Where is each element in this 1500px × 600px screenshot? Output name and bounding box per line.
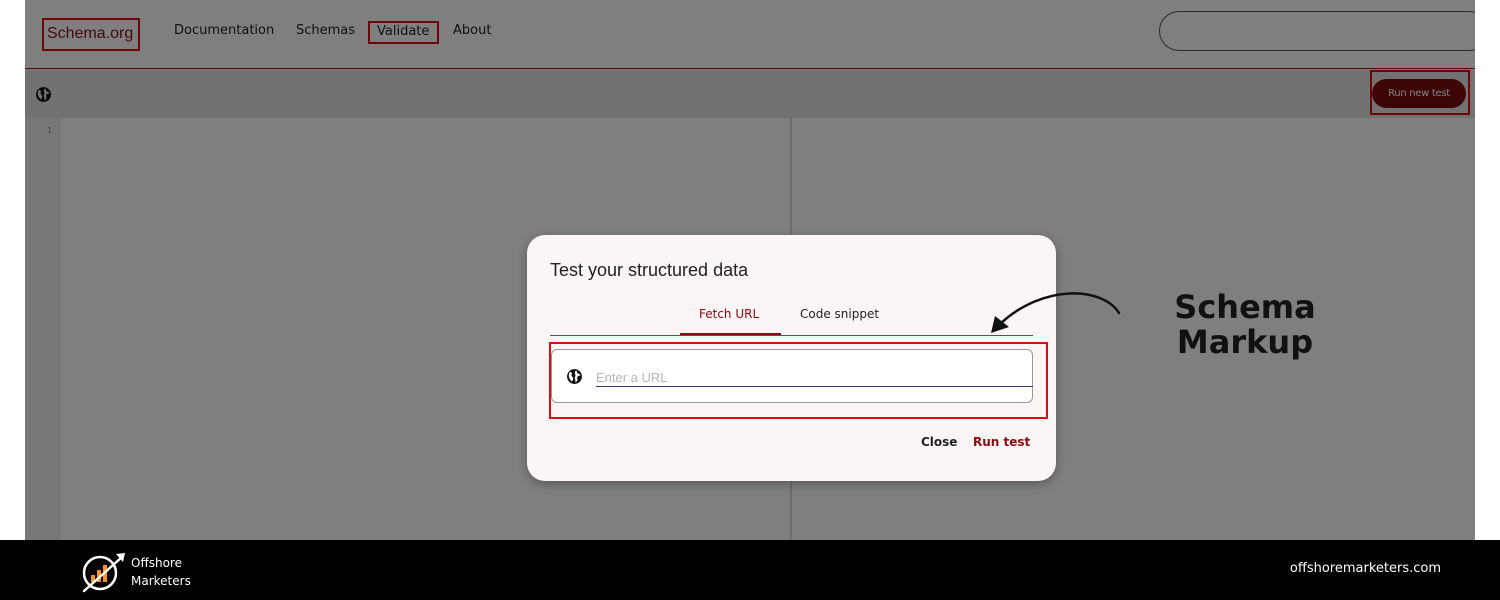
tab-fetch-url[interactable]: Fetch URL xyxy=(699,307,759,321)
footer-bar: Offshore Marketers offshoremarketers.com xyxy=(0,540,1500,600)
footer-website-link[interactable]: offshoremarketers.com xyxy=(1290,561,1441,576)
footer-brand-name: Offshore Marketers xyxy=(131,554,191,590)
test-structured-data-dialog: Test your structured data Fetch URL Code… xyxy=(527,235,1056,481)
curved-arrow-icon xyxy=(991,292,1121,333)
footer-brand-line-1: Offshore xyxy=(131,556,182,570)
run-test-button[interactable]: Run test xyxy=(973,435,1030,449)
url-input[interactable] xyxy=(596,368,1033,387)
annotation-line-1: Schema xyxy=(1174,288,1316,326)
close-button[interactable]: Close xyxy=(921,435,957,449)
tab-code-snippet[interactable]: Code snippet xyxy=(800,307,879,321)
dialog-title: Test your structured data xyxy=(550,260,749,280)
tab-divider xyxy=(550,335,1033,336)
url-field-container[interactable] xyxy=(551,349,1033,403)
schema-markup-annotation: Schema Markup xyxy=(1140,290,1350,360)
offshore-marketers-logo-icon xyxy=(82,553,125,593)
annotation-line-2: Markup xyxy=(1176,323,1314,361)
footer-brand-line-2: Marketers xyxy=(131,574,191,588)
globe-icon xyxy=(567,369,582,384)
